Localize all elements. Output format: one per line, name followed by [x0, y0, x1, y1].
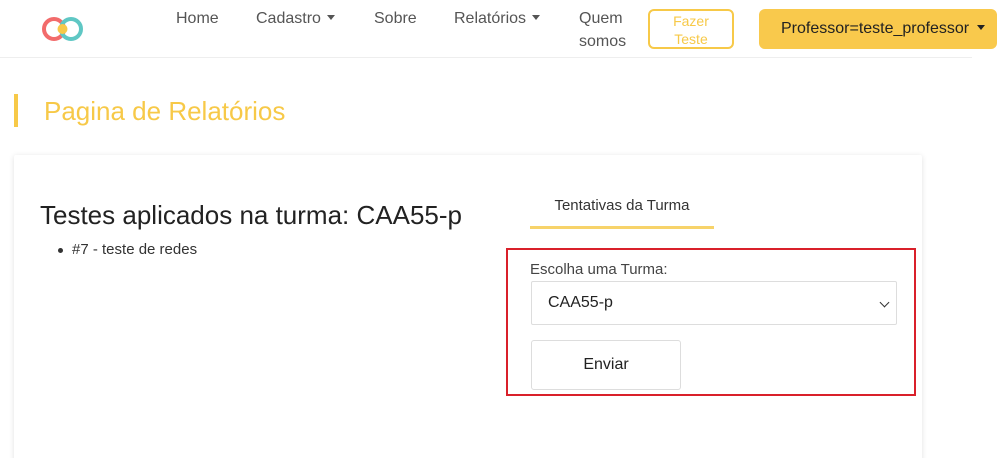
tab-tentativas-da-turma[interactable]: Tentativas da Turma — [530, 191, 714, 229]
user-menu-button[interactable]: Professor=teste_professor — [759, 9, 997, 49]
enviar-button[interactable]: Enviar — [531, 340, 681, 390]
test-list: #7 - teste de redes — [56, 240, 197, 260]
turma-select[interactable]: CAA55-p — [531, 281, 897, 325]
caret-down-icon — [326, 15, 335, 21]
nav-home-label: Home — [176, 10, 219, 27]
user-menu-label: Professor=teste_professor — [781, 20, 970, 37]
nav-sobre-label: Sobre — [374, 10, 417, 27]
test-list-item: #7 - teste de redes — [56, 240, 197, 260]
navbar: Home Cadastro Sobre Relatórios Quem somo… — [0, 0, 997, 58]
nav-quem-somos[interactable]: Quem somos — [579, 7, 626, 53]
turma-select-value: CAA55-p — [548, 294, 613, 311]
nav-home[interactable]: Home — [176, 7, 219, 30]
nav-quem-somos-line2: somos — [579, 33, 627, 50]
nav-cadastro-dropdown[interactable]: Cadastro — [256, 7, 335, 30]
page-title: Pagina de Relatórios — [44, 96, 286, 126]
caret-down-icon — [532, 15, 541, 21]
card-heading: Testes aplicados na turma: CAA55-p — [40, 200, 462, 230]
fazer-teste-line2: Teste — [674, 31, 708, 47]
caret-down-icon — [977, 25, 986, 31]
fazer-teste-line1: Fazer — [673, 13, 709, 29]
report-card: Testes aplicados na turma: CAA55-p #7 - … — [14, 155, 922, 458]
fazer-teste-button[interactable]: Fazer Teste — [648, 9, 734, 49]
nav-relatorios-label: Relatórios — [454, 10, 527, 27]
title-accent-bar — [14, 94, 18, 127]
turma-select-label: Escolha uma Turma: — [530, 261, 668, 278]
nav-relatorios-dropdown[interactable]: Relatórios — [454, 7, 541, 30]
brand-logo-icon[interactable] — [42, 16, 84, 42]
nav-quem-somos-line1: Quem — [579, 10, 623, 27]
nav-cadastro-label: Cadastro — [256, 10, 321, 27]
chevron-down-icon — [879, 297, 890, 308]
nav-sobre[interactable]: Sobre — [374, 7, 417, 30]
